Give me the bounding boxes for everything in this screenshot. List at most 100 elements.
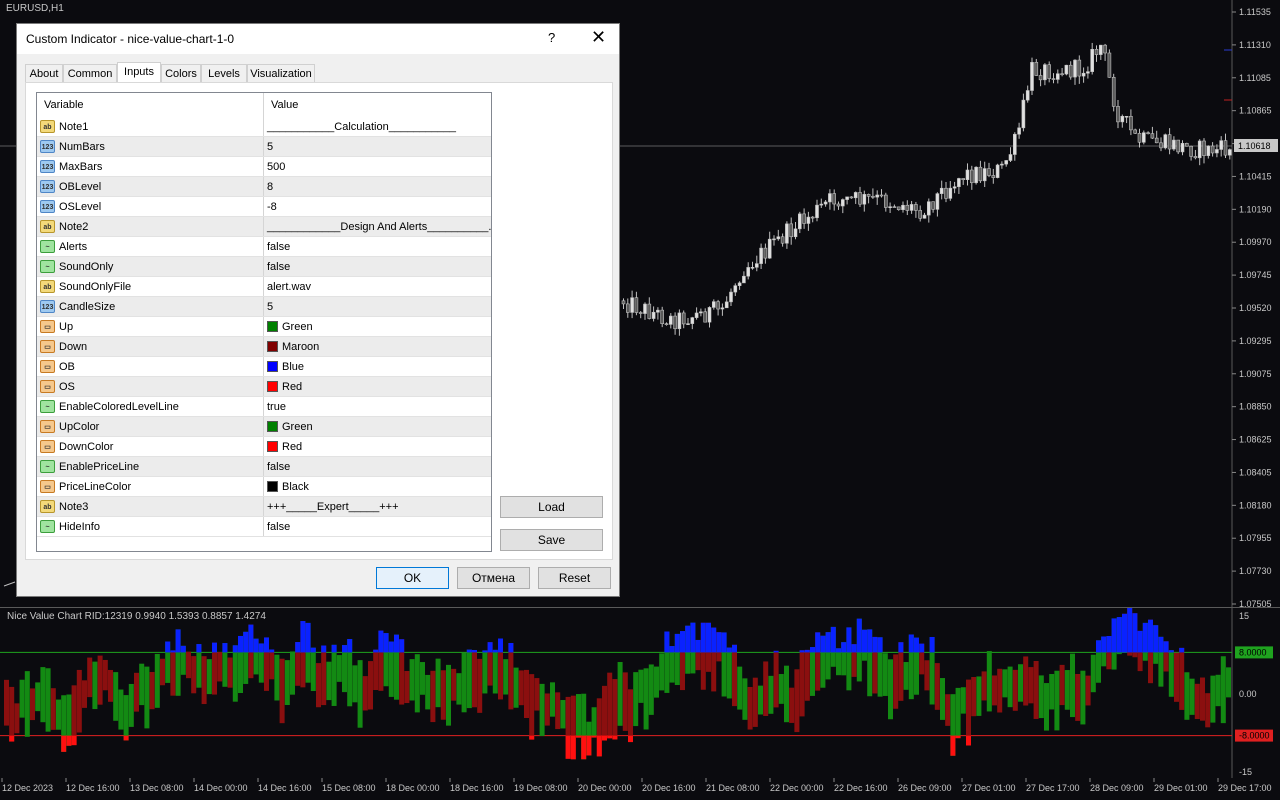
help-button[interactable]: ?	[548, 30, 555, 45]
color-name: Red	[282, 441, 303, 453]
param-value[interactable]: Green	[267, 321, 313, 333]
tab-colors[interactable]: Colors	[161, 64, 201, 82]
param-name: SoundOnlyFile	[59, 281, 132, 293]
param-value[interactable]: alert.wav	[267, 281, 311, 293]
param-row-up[interactable]: ▭ Up Green	[37, 317, 491, 337]
price-tick-label: 1.10415	[1239, 171, 1272, 181]
param-row-soundonly[interactable]: ~ SoundOnly false	[37, 257, 491, 277]
param-name: OSLevel	[59, 201, 102, 213]
param-value[interactable]: true	[267, 401, 286, 413]
tab-about[interactable]: About	[25, 64, 63, 82]
tab-visualization[interactable]: Visualization	[247, 64, 315, 82]
param-row-note3[interactable]: ab Note3 +++_____Expert_____+++	[37, 497, 491, 517]
param-row-enablecoloredlevelline[interactable]: ~ EnableColoredLevelLine true	[37, 397, 491, 417]
dialog-title: Custom Indicator - nice-value-chart-1-0	[26, 32, 235, 46]
color-type-icon: ▭	[40, 320, 55, 333]
boolean-type-icon: ~	[40, 240, 55, 253]
save-button[interactable]: Save	[500, 529, 603, 551]
price-tick-label: 1.10865	[1239, 106, 1272, 116]
ok-button[interactable]: OK	[376, 567, 449, 589]
param-row-candlesize[interactable]: 123 CandleSize 5	[37, 297, 491, 317]
boolean-type-icon: ~	[40, 520, 55, 533]
param-row-oblevel[interactable]: 123 OBLevel 8	[37, 177, 491, 197]
time-tick-label: 12 Dec 2023	[2, 783, 53, 793]
price-tick-label: 1.09295	[1239, 336, 1272, 346]
color-swatch	[267, 441, 278, 452]
param-name: HideInfo	[59, 521, 100, 533]
param-row-os[interactable]: ▭ OS Red	[37, 377, 491, 397]
time-tick-label: 29 Dec 01:00	[1154, 783, 1208, 793]
param-value[interactable]: -8	[267, 201, 277, 213]
param-value[interactable]: false	[267, 261, 290, 273]
color-swatch	[267, 481, 278, 492]
price-tick-label: 1.09520	[1239, 303, 1272, 313]
tab-levels[interactable]: Levels	[201, 64, 247, 82]
time-tick-label: 22 Dec 16:00	[834, 783, 888, 793]
param-value[interactable]: Blue	[267, 361, 304, 373]
param-value[interactable]: Black	[267, 481, 309, 493]
param-value[interactable]: +++_____Expert_____+++	[267, 501, 399, 513]
color-name: Green	[282, 321, 313, 333]
string-type-icon: ab	[40, 120, 55, 133]
param-row-enablepriceline[interactable]: ~ EnablePriceLine false	[37, 457, 491, 477]
color-name: Green	[282, 421, 313, 433]
integer-type-icon: 123	[40, 200, 55, 213]
param-name: Down	[59, 341, 88, 353]
param-name: DownColor	[59, 441, 114, 453]
reset-button[interactable]: Reset	[538, 567, 611, 589]
param-value[interactable]: Green	[267, 421, 313, 433]
param-value[interactable]: Red	[267, 381, 302, 393]
time-tick-label: 14 Dec 16:00	[258, 783, 312, 793]
time-tick-label: 27 Dec 17:00	[1026, 783, 1080, 793]
param-value[interactable]: false	[267, 521, 290, 533]
param-value[interactable]: false	[267, 241, 290, 253]
param-row-downcolor[interactable]: ▭ DownColor Red	[37, 437, 491, 457]
param-name: OS	[59, 381, 75, 393]
integer-type-icon: 123	[40, 180, 55, 193]
param-row-oslevel[interactable]: 123 OSLevel -8	[37, 197, 491, 217]
param-row-alerts[interactable]: ~ Alerts false	[37, 237, 491, 257]
close-icon[interactable]: ✕	[591, 27, 606, 48]
param-value[interactable]: 5	[267, 141, 273, 153]
string-type-icon: ab	[40, 280, 55, 293]
price-tick-label: 1.07955	[1239, 533, 1272, 543]
param-row-note1[interactable]: ab Note1 ___________Calculation___________	[37, 117, 491, 137]
price-tick-label: 1.11310	[1239, 40, 1271, 50]
param-row-down[interactable]: ▭ Down Maroon	[37, 337, 491, 357]
cancel-button[interactable]: Отмена	[457, 567, 530, 589]
param-value[interactable]: false	[267, 461, 290, 473]
param-name: Note1	[59, 121, 89, 133]
param-value[interactable]: 8	[267, 181, 273, 193]
param-row-maxbars[interactable]: 123 MaxBars 500	[37, 157, 491, 177]
param-value[interactable]: Maroon	[267, 341, 319, 353]
param-value[interactable]: ___________Calculation___________	[267, 121, 456, 133]
param-name: PriceLineColor	[59, 481, 132, 493]
tab-inputs[interactable]: Inputs	[117, 62, 161, 83]
color-type-icon: ▭	[40, 360, 55, 373]
param-row-soundonlyfile[interactable]: ab SoundOnlyFile alert.wav	[37, 277, 491, 297]
dialog-titlebar[interactable]: Custom Indicator - nice-value-chart-1-0 …	[17, 24, 619, 54]
time-tick-label: 13 Dec 08:00	[130, 783, 184, 793]
param-value[interactable]: ____________Design And Alerts__________.…	[267, 221, 491, 233]
price-tick-label: 1.09745	[1239, 270, 1272, 280]
param-row-numbars[interactable]: 123 NumBars 5	[37, 137, 491, 157]
param-row-note2[interactable]: ab Note2 ____________Design And Alerts____…	[37, 217, 491, 237]
param-row-hideinfo[interactable]: ~ HideInfo false	[37, 517, 491, 537]
variable-column-header[interactable]: Variable	[44, 99, 84, 111]
indicator-subwindow[interactable]: 15 8.0000 0.00 -8.0000 -15	[0, 608, 1280, 778]
custom-indicator-dialog: Custom Indicator - nice-value-chart-1-0 …	[16, 23, 620, 597]
boolean-type-icon: ~	[40, 260, 55, 273]
param-row-pricelinecolor[interactable]: ▭ PriceLineColor Black	[37, 477, 491, 497]
param-row-upcolor[interactable]: ▭ UpColor Green	[37, 417, 491, 437]
load-button[interactable]: Load	[500, 496, 603, 518]
param-value[interactable]: Red	[267, 441, 302, 453]
param-value[interactable]: 5	[267, 301, 273, 313]
indicator-scale-label: 8.0000	[1239, 647, 1267, 657]
tab-common[interactable]: Common	[63, 64, 117, 82]
param-name: Note3	[59, 501, 89, 513]
param-value[interactable]: 500	[267, 161, 285, 173]
param-row-ob[interactable]: ▭ OB Blue	[37, 357, 491, 377]
color-type-icon: ▭	[40, 480, 55, 493]
price-tick-label: 1.07505	[1239, 599, 1272, 608]
value-column-header[interactable]: Value	[271, 99, 298, 111]
